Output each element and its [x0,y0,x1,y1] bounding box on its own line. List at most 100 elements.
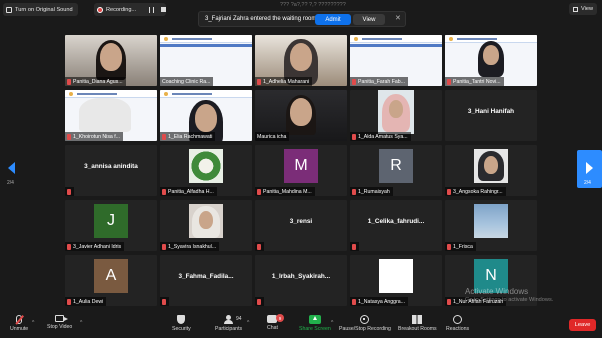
meeting-toolbar: Unmute ^ Stop Video ^ Security Participa… [0,312,602,338]
muted-mic-icon [257,298,261,305]
participant-face [195,104,217,132]
unmute-label: Unmute [10,326,29,332]
shared-slide-header [65,90,157,98]
muted-mic-icon [67,78,71,85]
participant-name: 3_Angsoka Rahingr... [453,188,503,195]
video-tile[interactable]: Maurica icha [255,90,347,141]
audio-options-chevron-icon[interactable]: ^ [32,320,34,326]
shared-slide-bar [160,44,252,47]
sound-icon [6,6,12,13]
avatar: R [379,149,413,183]
participant-name: Panitia_Mahdina M... [263,188,312,195]
recording-indicator: Recording... [94,3,166,16]
muted-mic-icon [162,243,166,250]
video-tile[interactable]: Coaching Clinic Ra... [160,35,252,86]
muted-mic-icon [352,298,356,305]
profile-photo [378,90,414,134]
participants-options-chevron-icon[interactable]: ^ [247,320,249,326]
participant-face [100,43,122,71]
participant-label: 1_Khoirotun Nisa f... [65,132,124,141]
participant-name-centered: 3_Hani Hanifah [467,108,515,115]
participant-name-centered: 3_rensi [289,218,313,225]
profile-photo-face [484,156,498,174]
participant-name: Panitia_Alfadha H... [168,188,214,195]
previous-page-arrow-icon[interactable] [4,158,18,180]
video-options-chevron-icon[interactable]: ^ [80,320,82,326]
close-icon[interactable]: ✕ [395,14,401,22]
participant-name: Panitia_Farah Fab... [358,78,406,85]
muted-microphone-icon [16,315,23,324]
admit-button[interactable]: Admit [315,14,351,25]
video-tile[interactable]: 1_Syavira Isnakhul... [160,200,252,251]
pause-icon[interactable] [149,6,155,13]
video-tile[interactable]: 3_Hani Hanifah [445,90,537,141]
video-tile[interactable]: 1_Khoirotun Nisa f... [65,90,157,141]
participant-name: 1_Elia Rachmawati [168,133,213,140]
muted-mic-icon [447,298,451,305]
chat-label: Chat [267,325,278,331]
breakout-rooms-icon [412,315,423,324]
video-tile[interactable]: 3_Fahma_Fadila... [160,255,252,306]
video-tile[interactable]: Panitia_Alfadha H... [160,145,252,196]
video-tile[interactable]: 1_Adhelia Maharani [255,35,347,86]
profile-photo-face [199,211,213,229]
video-tile[interactable]: 1_Elia Rachmawati [160,90,252,141]
participant-video [79,98,131,132]
video-tile[interactable]: Panitia_Farah Fab... [350,35,442,86]
participant-name: Panitia_Tantri Novi... [453,78,501,85]
video-tile[interactable]: 3_Angsoka Rahingr... [445,145,537,196]
profile-photo [474,149,508,183]
grid-view-icon [572,6,578,12]
view-button[interactable]: View [568,3,597,15]
profile-photo [474,204,508,238]
stop-video-button[interactable]: Stop Video [47,315,72,330]
leave-button[interactable]: Leave [569,319,596,331]
reactions-label: Reactions [446,326,470,332]
participant-label [255,297,264,306]
participant-label [160,297,169,306]
video-tile[interactable]: 1_Natasya Anggra... [350,255,442,306]
video-tile[interactable]: 1_Frisca [445,200,537,251]
muted-mic-icon [352,78,356,85]
video-tile[interactable]: 1_Irbah_Syakirah... [255,255,347,306]
muted-mic-icon [257,188,261,195]
video-tile[interactable]: 1_Alda Amatus Sya... [350,90,442,141]
video-tile[interactable]: M Panitia_Mahdina M... [255,145,347,196]
share-options-chevron-icon[interactable]: ^ [331,320,333,326]
video-tile[interactable]: R 1_Rumaisyah [350,145,442,196]
share-screen-button[interactable]: Share Screen [299,315,331,332]
pause-stop-recording-button[interactable]: Pause/Stop Recording [339,315,391,332]
participant-name: Coaching Clinic Ra... [162,78,211,85]
breakout-rooms-label: Breakout Rooms [398,326,437,332]
pause-stop-recording-label: Pause/Stop Recording [339,326,391,332]
participants-icon [223,315,234,324]
muted-mic-icon [352,243,356,250]
notification-view-button[interactable]: View [353,14,385,25]
video-tile[interactable]: A 1_Aulia Dewi [65,255,157,306]
breakout-rooms-button[interactable]: Breakout Rooms [398,315,437,332]
muted-mic-icon [67,133,71,140]
share-screen-icon [308,315,321,324]
video-tile[interactable]: Panitia_Diana Agus... [65,35,157,86]
video-tile[interactable]: Panitia_Tantri Novi... [445,35,537,86]
original-sound-button[interactable]: Turn on Original Sound [3,3,78,16]
unmute-button[interactable]: Unmute [10,315,28,332]
video-tile[interactable]: J 3_Javier Adhani Idris [65,200,157,251]
activate-windows-subtitle: Go to Settings to activate Windows. [465,297,554,303]
video-tile[interactable]: 1_Celika_fahrudi... [350,200,442,251]
reactions-button[interactable]: Reactions [446,315,469,332]
security-button[interactable]: Security [172,315,191,332]
meeting-title: ??? ?a?,?? ?,? ????????? [280,2,346,8]
muted-mic-icon [447,188,451,195]
participant-label [350,242,359,251]
muted-mic-icon [67,188,71,195]
participant-label [65,187,74,196]
stop-icon[interactable] [161,7,166,12]
participant-label: Panitia_Alfadha H... [160,187,217,196]
shared-slide-header [350,35,442,43]
video-tile[interactable]: 3_annisa anindita [65,145,157,196]
profile-photo [379,259,413,293]
participant-name-centered: 3_annisa anindita [84,163,138,170]
video-tile[interactable]: 3_rensi [255,200,347,251]
participant-name: 1_Rumaisyah [358,188,390,195]
